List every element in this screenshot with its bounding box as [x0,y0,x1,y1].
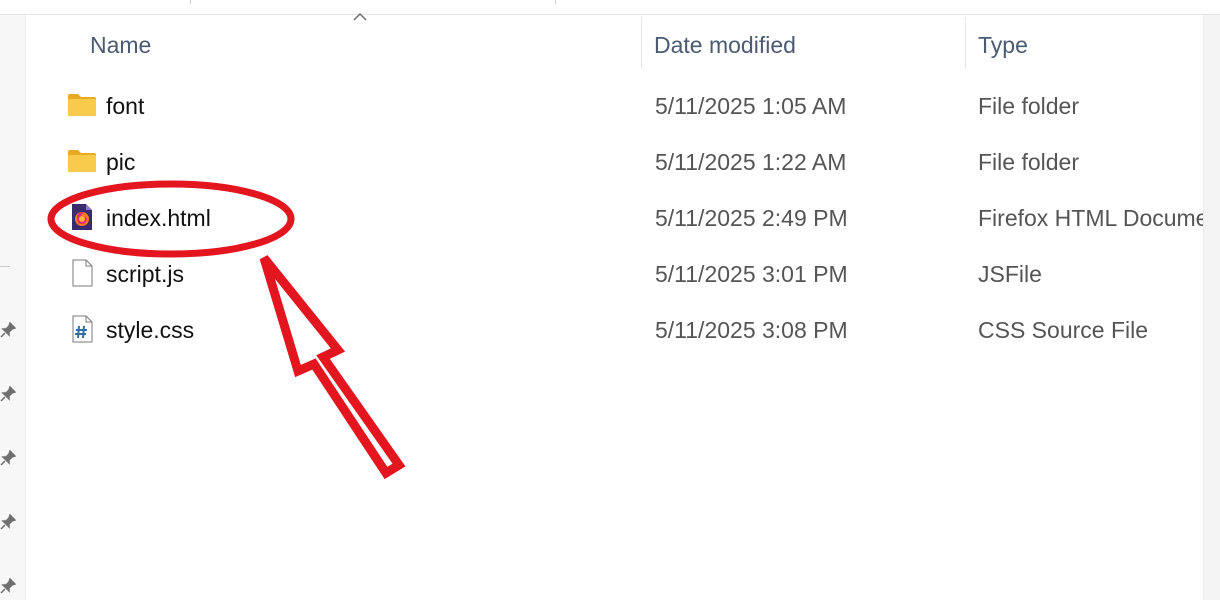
pin-icon[interactable] [0,514,16,530]
firefox-html-icon [72,204,92,230]
file-row-pic[interactable]: pic 5/11/2025 1:22 AM File folder [55,136,1203,188]
pin-icon[interactable] [0,450,16,466]
sort-ascending-icon [353,13,367,21]
css-file-icon [72,315,93,343]
file-type: File folder [978,149,1079,175]
column-divider[interactable] [965,17,966,69]
vertical-scrollbar[interactable] [1203,15,1220,600]
pin-icon[interactable] [0,322,16,338]
pin-icon[interactable] [0,578,16,594]
file-date-modified: 5/11/2025 3:08 PM [655,317,848,343]
file-date-modified: 5/11/2025 3:01 PM [655,261,848,287]
column-header-date-modified[interactable]: Date modified [654,26,796,64]
file-type: JSFile [978,261,1042,287]
file-name: font [106,93,145,119]
column-header-type[interactable]: Type [978,26,1028,64]
top-divider [0,14,1220,15]
column-header-name[interactable]: Name [90,26,151,64]
file-name: index.html [106,205,211,231]
file-type: Firefox HTML Document [978,205,1203,231]
file-date-modified: 5/11/2025 2:49 PM [655,205,848,231]
file-name: style.css [106,317,195,343]
file-name: script.js [106,261,184,287]
file-date-modified: 5/11/2025 1:22 AM [655,149,847,175]
pin-icon[interactable] [0,386,16,402]
file-type: CSS Source File [978,317,1149,343]
gutter-divider [0,266,10,267]
top-tick [190,0,191,4]
blank-file-icon [72,259,93,287]
folder-icon [68,94,96,116]
column-divider[interactable] [641,17,642,69]
navigation-pane-edge[interactable] [0,15,26,600]
file-date-modified: 5/11/2025 1:05 AM [655,93,847,119]
file-row-script-js[interactable]: script.js 5/11/2025 3:01 PM JSFile [55,248,1203,300]
file-type: File folder [978,93,1079,119]
file-name: pic [106,149,136,175]
file-row-font[interactable]: font 5/11/2025 1:05 AM File folder [55,80,1203,132]
top-tick [555,0,556,4]
file-row-index-html[interactable]: index.html 5/11/2025 2:49 PM Firefox HTM… [55,192,1203,244]
file-row-style-css[interactable]: style.css 5/11/2025 3:08 PM CSS Source F… [55,304,1203,356]
folder-icon [68,150,96,172]
